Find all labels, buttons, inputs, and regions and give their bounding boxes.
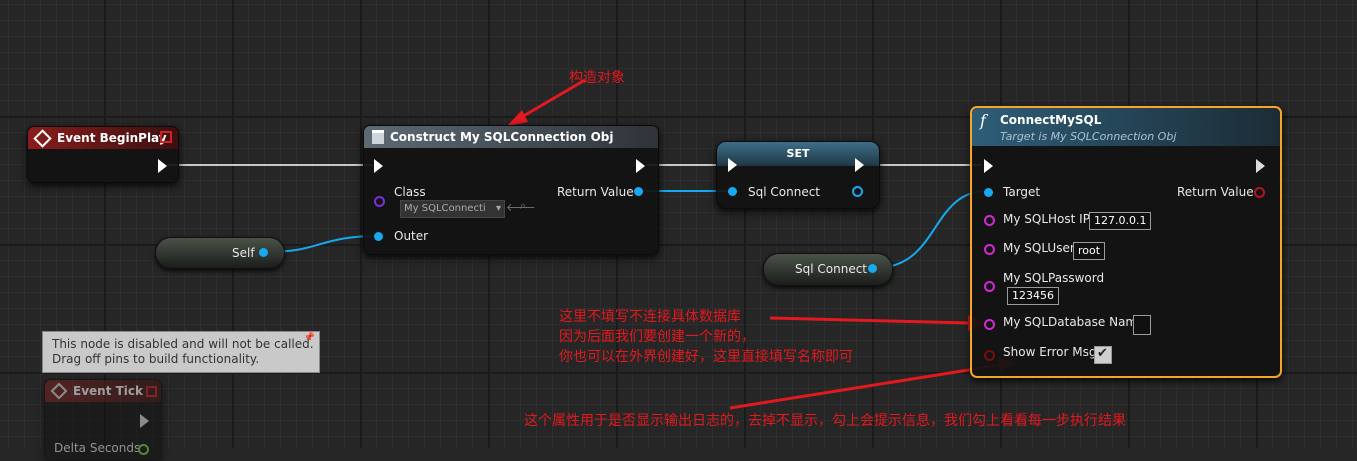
class-dropdown-value: My SQLConnecti [404, 203, 486, 214]
disabled-node-tooltip: This node is disabled and will not be ca… [42, 331, 320, 373]
outer-pin[interactable] [374, 232, 383, 241]
database-name-label: My SQLDatabase Name [1003, 315, 1145, 329]
node-title: Construct My SQLConnection Obj [390, 130, 614, 144]
database-name-input[interactable] [1133, 315, 1151, 335]
sql-connect-in-pin[interactable] [728, 187, 737, 196]
self-out-pin[interactable] [259, 248, 268, 257]
delta-seconds-label: Delta Seconds [54, 441, 141, 455]
exec-in-pin[interactable] [374, 159, 383, 173]
annotation-db-line-1: 这里不填写不连接具体数据库 [559, 309, 741, 325]
return-value-label: Return Value [1177, 185, 1254, 199]
return-value-pin[interactable] [1254, 187, 1265, 198]
exec-out-pin[interactable] [636, 159, 645, 173]
outer-label: Outer [394, 229, 429, 243]
show-error-pin[interactable] [984, 350, 995, 361]
set-variable-node[interactable]: SET Sql Connect [716, 141, 880, 209]
host-ip-input[interactable]: 127.0.0.1 [1089, 212, 1152, 230]
exec-out-pin[interactable] [1256, 159, 1265, 173]
class-pin[interactable] [374, 196, 385, 207]
database-name-pin[interactable] [984, 319, 995, 330]
user-input[interactable]: root [1073, 242, 1106, 260]
sql-connect-label: Sql Connect [748, 185, 820, 199]
exec-out-pin[interactable] [158, 159, 167, 173]
class-label: Class [394, 185, 426, 199]
construct-icon [372, 130, 384, 144]
return-value-pin[interactable] [634, 187, 643, 196]
target-label: Target [1003, 185, 1041, 199]
annotation-construct: 构造对象 [569, 70, 625, 86]
sql-connect-out-pin[interactable] [852, 186, 863, 197]
set-title: SET [786, 147, 810, 160]
exec-out-pin[interactable] [855, 158, 864, 172]
node-title: ConnectMySQL [1000, 113, 1102, 127]
class-dropdown[interactable]: My SQLConnecti ▾ [400, 200, 505, 218]
delegate-pin[interactable] [160, 131, 172, 143]
node-header: f ConnectMySQL Target is My SQLConnectio… [972, 108, 1280, 146]
password-pin[interactable] [984, 281, 995, 292]
host-ip-label: My SQLHost IP [1003, 212, 1090, 226]
self-node[interactable]: Self [155, 237, 285, 269]
show-error-label: Show Error Msg [1003, 345, 1097, 359]
exec-out-pin[interactable] [140, 414, 149, 428]
password-input[interactable]: 123456 [1007, 287, 1059, 305]
connect-mysql-node[interactable]: f ConnectMySQL Target is My SQLConnectio… [970, 106, 1282, 378]
exec-in-pin[interactable] [984, 159, 993, 173]
delegate-pin[interactable] [146, 386, 157, 397]
node-header: Event BeginPlay [28, 127, 178, 149]
exec-in-pin[interactable] [728, 158, 737, 172]
user-pin[interactable] [984, 244, 995, 255]
tooltip-line-1: This node is disabled and will not be ca… [52, 337, 314, 351]
target-pin[interactable] [984, 188, 993, 197]
node-subtitle: Target is My SQLConnection Obj [1000, 130, 1177, 143]
node-title: Event Tick [73, 384, 144, 398]
event-icon [50, 382, 68, 400]
sql-connect-variable-node[interactable]: Sql Connect [763, 253, 893, 286]
sql-connect-var-label: Sql Connect [795, 262, 867, 276]
sql-connect-var-out-pin[interactable] [868, 264, 877, 273]
self-label: Self [232, 246, 255, 260]
host-ip-pin[interactable] [984, 215, 995, 226]
annotation-db-line-3: 你也可以在外界创建好，这里直接填写名称即可 [559, 349, 853, 365]
tooltip-line-2: Drag off pins to build functionality. [52, 352, 260, 366]
annotation-show-error: 这个属性用于是否显示输出日志的，去掉不显示，勾上会提示信息，我们勾上看看每一步执… [524, 413, 1126, 429]
node-title: Event BeginPlay [57, 131, 167, 145]
event-icon [33, 128, 52, 148]
construct-object-node[interactable]: Construct My SQLConnection Obj Class My … [363, 125, 659, 255]
pin-icon: 📌 [303, 333, 315, 343]
annotation-db-line-2: 因为后面我们要创建一个新的， [559, 329, 755, 345]
show-error-checkbox[interactable] [1094, 346, 1112, 364]
chevron-down-icon: ▾ [495, 203, 501, 214]
return-value-label: Return Value [557, 185, 634, 199]
user-label: My SQLUser [1003, 241, 1075, 255]
delta-seconds-pin[interactable] [138, 444, 149, 455]
event-beginplay-node[interactable]: Event BeginPlay [27, 126, 179, 183]
password-label: My SQLPassword [1003, 271, 1105, 285]
event-tick-node[interactable]: Event Tick Delta Seconds [44, 379, 162, 461]
browse-search-icon[interactable]: ⌕ [520, 199, 526, 213]
function-icon: f [980, 111, 986, 130]
node-header: Event Tick [45, 380, 161, 402]
node-header: Construct My SQLConnection Obj [364, 126, 658, 148]
